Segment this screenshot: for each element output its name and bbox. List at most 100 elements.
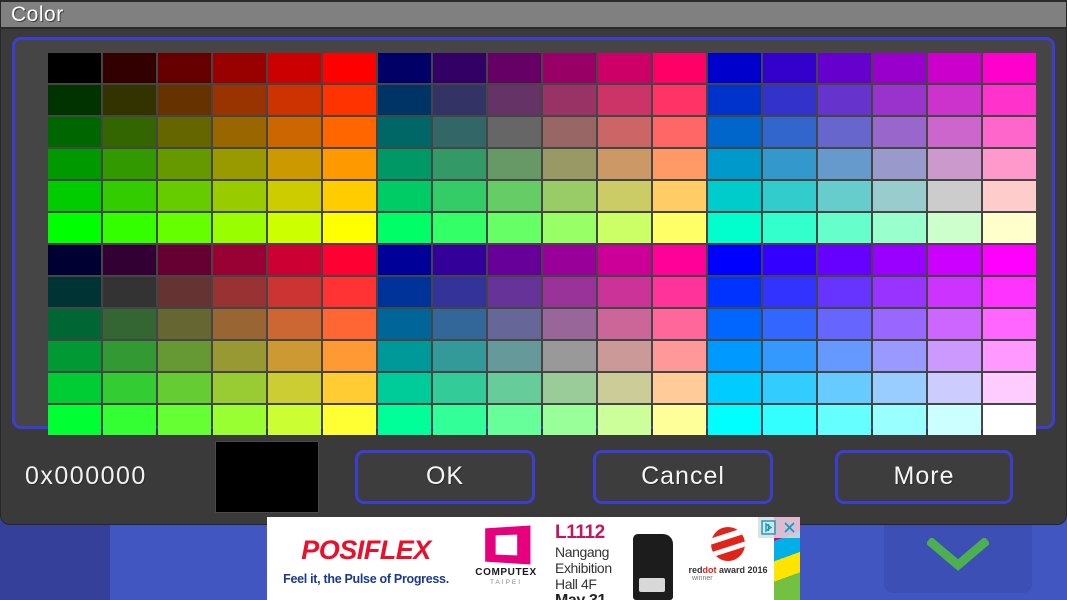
color-swatch[interactable] [213,277,266,307]
color-swatch[interactable] [653,181,706,211]
color-swatch[interactable] [488,181,541,211]
color-swatch[interactable] [213,309,266,339]
color-swatch[interactable] [378,149,431,179]
color-swatch[interactable] [983,85,1036,115]
color-swatch[interactable] [488,373,541,403]
color-swatch[interactable] [213,245,266,275]
color-swatch[interactable] [323,341,376,371]
color-swatch[interactable] [48,117,101,147]
color-swatch[interactable] [543,341,596,371]
color-swatch[interactable] [323,213,376,243]
color-swatch[interactable] [708,373,761,403]
color-swatch[interactable] [653,213,706,243]
color-swatch[interactable] [543,245,596,275]
color-swatch[interactable] [543,85,596,115]
color-swatch[interactable] [708,53,761,83]
color-swatch[interactable] [158,85,211,115]
color-swatch[interactable] [928,373,981,403]
color-swatch[interactable] [653,149,706,179]
color-swatch[interactable] [598,117,651,147]
color-swatch[interactable] [983,117,1036,147]
color-swatch[interactable] [873,213,926,243]
color-swatch[interactable] [378,341,431,371]
color-swatch[interactable] [708,341,761,371]
color-swatch[interactable] [103,85,156,115]
color-swatch[interactable] [378,53,431,83]
color-swatch[interactable] [158,181,211,211]
color-swatch[interactable] [928,117,981,147]
color-swatch[interactable] [818,245,871,275]
color-swatch[interactable] [158,213,211,243]
color-swatch[interactable] [433,277,486,307]
color-swatch[interactable] [103,53,156,83]
color-swatch[interactable] [928,213,981,243]
color-swatch[interactable] [158,245,211,275]
color-swatch[interactable] [763,149,816,179]
color-swatch[interactable] [213,181,266,211]
color-swatch[interactable] [213,117,266,147]
color-swatch[interactable] [488,53,541,83]
color-swatch[interactable] [598,53,651,83]
color-swatch[interactable] [158,53,211,83]
color-swatch[interactable] [213,213,266,243]
color-swatch[interactable] [763,181,816,211]
color-swatch[interactable] [873,309,926,339]
color-swatch[interactable] [543,277,596,307]
color-swatch[interactable] [103,373,156,403]
color-swatch[interactable] [543,117,596,147]
color-swatch-grid[interactable] [48,53,1036,435]
color-swatch[interactable] [48,181,101,211]
color-swatch[interactable] [983,149,1036,179]
color-swatch[interactable] [653,373,706,403]
cancel-button[interactable]: Cancel [593,449,773,504]
color-swatch[interactable] [983,373,1036,403]
color-swatch[interactable] [818,309,871,339]
color-swatch[interactable] [323,373,376,403]
color-swatch[interactable] [598,309,651,339]
color-swatch[interactable] [873,277,926,307]
color-swatch[interactable] [103,149,156,179]
color-swatch[interactable] [158,309,211,339]
color-swatch[interactable] [488,341,541,371]
color-swatch[interactable] [653,117,706,147]
color-swatch[interactable] [48,245,101,275]
color-swatch[interactable] [928,181,981,211]
color-swatch[interactable] [983,341,1036,371]
collapse-button[interactable] [884,517,1032,593]
color-swatch[interactable] [763,85,816,115]
color-swatch[interactable] [213,53,266,83]
color-swatch[interactable] [708,149,761,179]
color-swatch[interactable] [598,149,651,179]
color-swatch[interactable] [708,277,761,307]
color-swatch[interactable] [928,85,981,115]
color-swatch[interactable] [543,213,596,243]
color-swatch[interactable] [818,85,871,115]
color-swatch[interactable] [378,373,431,403]
color-swatch[interactable] [433,181,486,211]
color-swatch[interactable] [598,85,651,115]
color-swatch[interactable] [488,309,541,339]
color-swatch[interactable] [818,149,871,179]
color-swatch[interactable] [213,373,266,403]
color-swatch[interactable] [158,117,211,147]
color-swatch[interactable] [488,213,541,243]
color-swatch[interactable] [928,309,981,339]
color-swatch[interactable] [543,53,596,83]
color-swatch[interactable] [818,213,871,243]
color-swatch[interactable] [983,309,1036,339]
color-swatch[interactable] [653,341,706,371]
color-swatch[interactable] [213,341,266,371]
more-button[interactable]: More [835,449,1013,504]
color-swatch[interactable] [323,309,376,339]
color-swatch[interactable] [818,277,871,307]
color-swatch[interactable] [488,245,541,275]
color-swatch[interactable] [48,53,101,83]
color-swatch[interactable] [378,181,431,211]
color-swatch[interactable] [763,53,816,83]
ad-banner[interactable]: POSIFLEX Feel it, the Pulse of Progress.… [267,517,800,600]
color-swatch[interactable] [818,373,871,403]
color-swatch[interactable] [268,373,321,403]
color-swatch[interactable] [653,85,706,115]
color-swatch[interactable] [983,245,1036,275]
color-swatch[interactable] [763,309,816,339]
